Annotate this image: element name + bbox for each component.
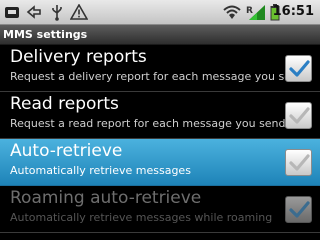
wifi-icon xyxy=(222,4,242,24)
clock: 16:51 xyxy=(272,4,314,19)
sync-icon xyxy=(26,4,44,24)
settings-list: Delivery reports Request a delivery repo… xyxy=(0,45,320,233)
title-bar: MMS settings xyxy=(0,25,320,45)
warning-icon xyxy=(69,3,89,24)
setting-summary: Request a read report for each message y… xyxy=(10,117,286,130)
check-icon xyxy=(289,201,310,218)
roaming-auto-retrieve-checkbox xyxy=(285,196,312,223)
setting-summary: Request a delivery report for each messa… xyxy=(10,70,305,83)
check-icon xyxy=(289,60,310,77)
setting-title: Delivery reports xyxy=(10,47,147,67)
check-icon xyxy=(289,107,310,124)
signal-roaming-icon: R xyxy=(245,4,267,25)
status-bar: R 16:51 xyxy=(0,0,320,25)
page-title: MMS settings xyxy=(3,28,88,41)
read-reports-checkbox[interactable] xyxy=(285,102,312,129)
setting-read-reports[interactable]: Read reports Request a read report for e… xyxy=(0,92,320,139)
setting-title: Auto-retrieve xyxy=(10,141,123,161)
auto-retrieve-checkbox[interactable] xyxy=(285,149,312,176)
delivery-reports-checkbox[interactable] xyxy=(285,55,312,82)
setting-delivery-reports[interactable]: Delivery reports Request a delivery repo… xyxy=(0,45,320,92)
setting-title: Read reports xyxy=(10,94,119,114)
svg-text:R: R xyxy=(246,6,253,16)
setting-summary: Automatically retrieve messages xyxy=(10,164,191,177)
check-icon xyxy=(289,154,310,171)
setting-auto-retrieve[interactable]: Auto-retrieve Automatically retrieve mes… xyxy=(0,139,320,186)
setting-roaming-auto-retrieve: Roaming auto-retrieve Automatically retr… xyxy=(0,186,320,233)
usb-debugging-icon xyxy=(50,4,64,25)
usb-icon xyxy=(4,4,20,24)
setting-summary: Automatically retrieve messages while ro… xyxy=(10,211,273,224)
setting-title: Roaming auto-retrieve xyxy=(10,188,202,208)
